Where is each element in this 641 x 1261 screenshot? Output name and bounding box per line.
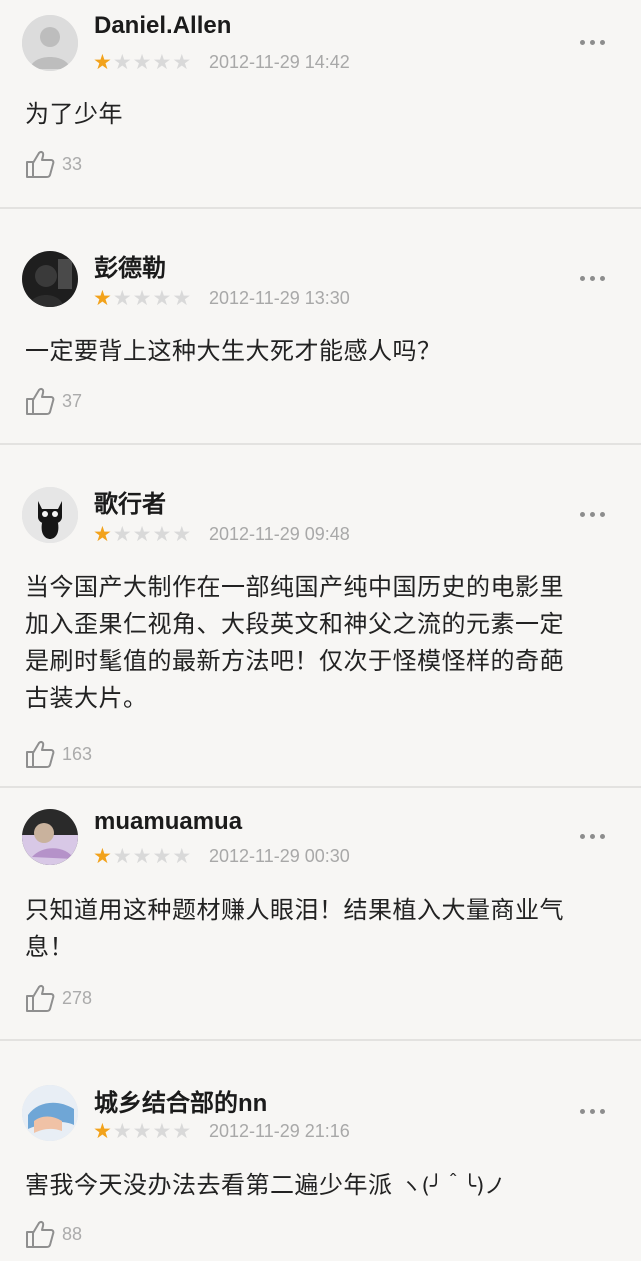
- more-dots-icon: [580, 39, 585, 45]
- review-text-line: 息！: [25, 933, 74, 961]
- avatar[interactable]: [22, 251, 78, 307]
- review-date: 2012-11-29 14:42: [209, 52, 350, 72]
- star-icon: ★: [93, 522, 112, 546]
- like-button[interactable]: 163: [24, 737, 92, 771]
- dark-portrait-avatar-icon: [22, 251, 78, 307]
- emoticon: ヽ(╯＾╰)ノ: [400, 1174, 506, 1198]
- star-icon: ★: [172, 286, 192, 310]
- rating-stars: ★ ★ ★ ★ ★: [93, 51, 191, 73]
- star-icon: ★: [132, 522, 152, 546]
- more-button[interactable]: [580, 828, 612, 844]
- star-icon: ★: [172, 1119, 192, 1143]
- more-button[interactable]: [580, 34, 612, 50]
- user-name[interactable]: muamuamua: [94, 808, 242, 836]
- more-button[interactable]: [580, 270, 612, 286]
- review-text: 为了少年: [25, 100, 123, 128]
- star-icon: ★: [112, 1119, 132, 1143]
- review-text: 害我今天没办法去看第二遍少年派 ヽ(╯＾╰)ノ: [25, 1167, 625, 1205]
- like-count: 278: [62, 987, 93, 1008]
- review-item: Daniel.Allen ★ ★ ★ ★ ★ 2012-11-29 14:42 …: [0, 0, 641, 208]
- review-feed: Daniel.Allen ★ ★ ★ ★ ★ 2012-11-29 14:42 …: [0, 0, 641, 1261]
- star-icon: ★: [152, 844, 172, 868]
- more-dots-icon: [580, 511, 585, 517]
- black-cat-avatar-icon: [22, 487, 78, 543]
- more-dots-icon: [580, 833, 585, 839]
- review-date: 2012-11-29 00:30: [209, 846, 350, 866]
- like-button[interactable]: 88: [24, 1217, 82, 1251]
- star-icon: ★: [152, 522, 172, 546]
- user-name[interactable]: 城乡结合部的nn: [94, 1083, 267, 1118]
- star-icon: ★: [93, 50, 112, 74]
- star-icon: ★: [93, 844, 112, 868]
- star-icon: ★: [152, 1119, 172, 1143]
- thumbs-up-icon: [26, 741, 55, 768]
- like-button[interactable]: 278: [24, 981, 92, 1015]
- star-icon: ★: [112, 286, 132, 310]
- star-icon: ★: [172, 50, 192, 74]
- photo-avatar-2-icon: [22, 1085, 78, 1141]
- star-icon: ★: [172, 522, 192, 546]
- more-button[interactable]: [580, 506, 612, 522]
- default-user-avatar-icon: [22, 15, 78, 71]
- star-icon: ★: [152, 286, 172, 310]
- user-name[interactable]: 歌行者: [94, 484, 166, 519]
- star-icon: ★: [172, 844, 192, 868]
- avatar[interactable]: [22, 1085, 78, 1141]
- photo-avatar-icon: [22, 809, 78, 865]
- review-date: 2012-11-29 21:16: [209, 1121, 350, 1141]
- star-icon: ★: [132, 286, 152, 310]
- avatar[interactable]: [22, 487, 78, 543]
- review-text-line: 当今国产大制作在一部纯国产纯中国历史的电影里: [25, 573, 564, 601]
- thumbs-up-icon: [26, 985, 55, 1012]
- user-name[interactable]: 彭德勒: [94, 248, 166, 283]
- rating-stars: ★ ★ ★ ★ ★: [93, 523, 191, 545]
- thumbs-up-icon: [26, 151, 55, 178]
- review-text-line: 古装大片。: [25, 684, 148, 712]
- star-icon: ★: [152, 50, 172, 74]
- avatar[interactable]: [22, 15, 78, 71]
- more-dots-icon: [580, 275, 585, 281]
- thumbs-up-icon: [26, 1221, 55, 1248]
- star-icon: ★: [112, 522, 132, 546]
- rating-stars: ★ ★ ★ ★ ★: [93, 845, 191, 867]
- review-text-body: 害我今天没办法去看第二遍少年派: [25, 1171, 393, 1199]
- star-icon: ★: [112, 844, 132, 868]
- review-text-line: 加入歪果仁视角、大段英文和神父之流的元素一定: [25, 610, 564, 638]
- rating-stars: ★ ★ ★ ★ ★: [93, 287, 191, 309]
- like-button[interactable]: 37: [24, 384, 82, 418]
- review-item: 彭德勒 ★ ★ ★ ★ ★ 2012-11-29 13:30 一定要背上这种大生…: [0, 209, 641, 445]
- thumbs-up-icon: [26, 388, 55, 415]
- review-item: muamuamua ★ ★ ★ ★ ★ 2012-11-29 00:30 只知道…: [0, 788, 641, 1040]
- avatar[interactable]: [22, 809, 78, 865]
- star-icon: ★: [132, 1119, 152, 1143]
- more-dots-icon: [580, 1108, 585, 1114]
- like-button[interactable]: 33: [24, 147, 82, 181]
- rating-stars: ★ ★ ★ ★ ★: [93, 1120, 191, 1142]
- star-icon: ★: [93, 286, 112, 310]
- review-item: 歌行者 ★ ★ ★ ★ ★ 2012-11-29 09:48 当今国产大制作在一…: [0, 445, 641, 787]
- star-icon: ★: [132, 50, 152, 74]
- review-text: 只知道用这种题材赚人眼泪！结果植入大量商业气 息！: [25, 892, 625, 966]
- review-item: 城乡结合部的nn ★ ★ ★ ★ ★ 2012-11-29 21:16 害我今天…: [0, 1041, 641, 1261]
- review-text-line: 只知道用这种题材赚人眼泪！结果植入大量商业气: [25, 896, 564, 924]
- like-count: 33: [62, 153, 83, 174]
- more-button[interactable]: [580, 1103, 612, 1119]
- like-count: 163: [62, 743, 93, 764]
- review-text: 当今国产大制作在一部纯国产纯中国历史的电影里 加入歪果仁视角、大段英文和神父之流…: [25, 569, 625, 717]
- review-date: 2012-11-29 09:48: [209, 524, 350, 544]
- like-count: 88: [62, 1223, 83, 1244]
- user-name[interactable]: Daniel.Allen: [94, 12, 231, 40]
- star-icon: ★: [132, 844, 152, 868]
- like-count: 37: [62, 390, 83, 411]
- review-text-line: 是刷时髦值的最新方法吧！仅次于怪模怪样的奇葩: [25, 647, 564, 675]
- review-text: 一定要背上这种大生大死才能感人吗？: [25, 337, 442, 365]
- review-date: 2012-11-29 13:30: [209, 288, 350, 308]
- star-icon: ★: [93, 1119, 112, 1143]
- star-icon: ★: [112, 50, 132, 74]
